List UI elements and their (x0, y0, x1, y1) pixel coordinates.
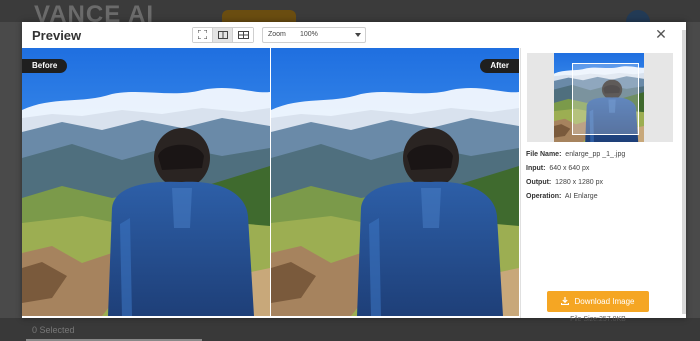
navigator-thumbnail[interactable] (527, 53, 673, 142)
download-image-button[interactable]: Download Image (547, 291, 649, 312)
before-image-pane: Before (22, 48, 270, 316)
preview-modal: Preview Zoom 100% ✕ Before After File Na… (22, 22, 686, 323)
viewport-frame[interactable] (572, 63, 639, 135)
split-view-button[interactable] (213, 28, 233, 42)
view-mode-group (192, 27, 254, 43)
selected-count: 0 Selected (32, 325, 75, 335)
zoom-select[interactable]: Zoom 100% (262, 27, 366, 43)
side-by-side-icon (237, 26, 249, 44)
close-icon: ✕ (655, 26, 667, 42)
close-button[interactable]: ✕ (654, 27, 668, 41)
details-panel: File Name: enlarge_pp _1_.jpg Input: 640… (520, 48, 686, 323)
fullscreen-view-button[interactable] (193, 28, 213, 42)
download-label: Download Image (574, 297, 635, 306)
file-name-row: File Name: enlarge_pp _1_.jpg (526, 151, 625, 158)
modal-title: Preview (32, 28, 82, 43)
file-size: File Size:257.0KB (570, 316, 626, 323)
operation-value: AI Enlarge (564, 193, 598, 200)
after-image-pane: After (271, 48, 519, 316)
output-row: Output: 1280 x 1280 px (526, 179, 603, 186)
chevron-down-icon (355, 33, 361, 37)
file-name-label: File Name: (526, 151, 562, 158)
after-label: After (480, 59, 519, 73)
operation-label: Operation: (526, 193, 562, 200)
output-value: 1280 x 1280 px (555, 179, 604, 186)
operation-row: Operation: AI Enlarge (526, 193, 598, 200)
download-icon (561, 296, 570, 307)
input-value: 640 x 640 px (549, 165, 590, 172)
file-name-value: enlarge_pp _1_.jpg (565, 151, 626, 158)
background-avatar (626, 10, 650, 22)
before-image (22, 48, 270, 316)
zoom-value: 100% (300, 31, 318, 38)
modal-scrollbar[interactable] (682, 30, 686, 314)
fullscreen-icon (197, 26, 208, 44)
input-label: Input: (526, 165, 546, 172)
output-label: Output: (526, 179, 552, 186)
background-header: VANCE AI (0, 0, 700, 27)
after-image (271, 48, 519, 316)
split-view-icon (217, 26, 228, 44)
input-row: Input: 640 x 640 px (526, 165, 589, 172)
before-label: Before (22, 59, 68, 73)
side-by-side-view-button[interactable] (233, 28, 253, 42)
zoom-label: Zoom (268, 31, 286, 38)
background-upgrade-button (222, 10, 296, 22)
